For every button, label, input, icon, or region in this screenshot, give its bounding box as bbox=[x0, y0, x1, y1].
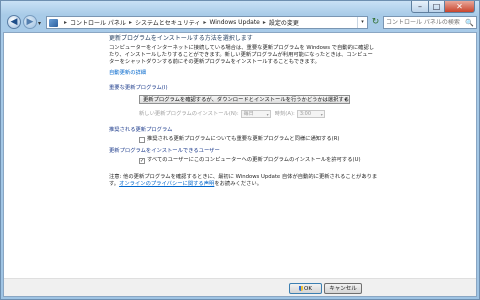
cancel-button[interactable]: キャンセル bbox=[324, 283, 362, 294]
control-panel-window: – □ ✕ ◀ ▶ ▾ ▸ コントロール パネル ▸ システムとセキュリティ ▸… bbox=[0, 0, 480, 300]
install-schedule-label: 新しい更新プログラムのインストール(N): bbox=[139, 110, 239, 117]
close-button[interactable]: ✕ bbox=[445, 1, 475, 13]
address-bar[interactable]: ▸ コントロール パネル ▸ システムとセキュリティ ▸ Windows Upd… bbox=[46, 16, 368, 29]
breadcrumb-separator-icon[interactable]: ▸ bbox=[263, 19, 266, 26]
note-suffix: をお読みください。 bbox=[214, 181, 263, 187]
breadcrumb-windows-update[interactable]: Windows Update bbox=[209, 19, 259, 26]
ok-button-label: OK bbox=[304, 286, 312, 292]
dialog-footer: OK キャンセル bbox=[4, 278, 476, 296]
ok-button[interactable]: OK bbox=[289, 283, 322, 294]
chevron-down-icon: ▾ bbox=[320, 112, 323, 117]
important-updates-header: 重要な更新プログラム(I) bbox=[109, 85, 168, 91]
maximize-button[interactable]: □ bbox=[429, 1, 445, 13]
navigation-bar: ◀ ▶ ▾ ▸ コントロール パネル ▸ システムとセキュリティ ▸ Windo… bbox=[3, 14, 477, 32]
recommended-updates-label[interactable]: 推奨される更新プログラムについても重要な更新プログラムと同様に通知する(R) bbox=[147, 136, 339, 143]
search-input[interactable] bbox=[386, 19, 466, 26]
allow-all-users-label[interactable]: すべてのユーザーにこのコンピューターへの更新プログラムのインストールを許可する(… bbox=[147, 157, 361, 164]
breadcrumb-change-settings[interactable]: 設定の変更 bbox=[269, 18, 299, 27]
address-dropdown-button[interactable]: ▾ bbox=[357, 17, 367, 28]
search-icon[interactable]: 🔍 bbox=[465, 19, 474, 27]
intro-text: コンピューターをインターネットに接続している場合は、重要な更新プログラムを Wi… bbox=[109, 45, 375, 65]
breadcrumb-separator-icon[interactable]: ▸ bbox=[203, 19, 206, 26]
important-updates-select[interactable]: 更新プログラムを確認するが、ダウンロードとインストールを行うかどうかは選択する … bbox=[139, 95, 350, 104]
search-box[interactable]: 🔍 bbox=[383, 16, 477, 29]
back-button[interactable]: ◀ bbox=[7, 15, 21, 29]
recommended-updates-header: 推奨される更新プログラム bbox=[109, 127, 173, 133]
breadcrumb-system-security[interactable]: システムとセキュリティ bbox=[135, 18, 200, 27]
recent-pages-dropdown[interactable]: ▾ bbox=[38, 20, 41, 27]
control-panel-icon bbox=[49, 18, 58, 27]
who-can-install-header: 更新プログラムをインストールできるユーザー bbox=[109, 148, 220, 154]
schedule-time-value: 3:00 bbox=[299, 111, 312, 117]
chevron-down-icon: ▾ bbox=[266, 112, 269, 117]
recommended-updates-checkbox[interactable] bbox=[139, 136, 145, 143]
auto-update-help-link[interactable]: 自動更新の詳細 bbox=[109, 70, 146, 77]
page-title: 更新プログラムをインストールする方法を選択します bbox=[109, 35, 253, 42]
note-text: 注意: 他の更新プログラムを確認するときに、最初に Windows Update… bbox=[109, 174, 384, 188]
uac-shield-icon bbox=[299, 286, 304, 291]
chevron-down-icon: ▾ bbox=[344, 97, 347, 103]
schedule-day-value: 毎日 bbox=[243, 111, 254, 117]
schedule-time-select: 3:00 ▾ bbox=[296, 110, 325, 118]
breadcrumb-separator-icon[interactable]: ▸ bbox=[64, 19, 67, 26]
allow-all-users-row: ✓ すべてのユーザーにこのコンピューターへの更新プログラムのインストールを許可す… bbox=[139, 157, 361, 164]
schedule-day-select: 毎日 ▾ bbox=[240, 110, 271, 118]
important-updates-value: 更新プログラムを確認するが、ダウンロードとインストールを行うかどうかは選択する bbox=[143, 97, 349, 103]
minimize-button[interactable]: – bbox=[411, 1, 429, 13]
content-pane: 更新プログラムをインストールする方法を選択します コンピューターをインターネット… bbox=[3, 32, 477, 297]
forward-button[interactable]: ▶ bbox=[23, 15, 37, 29]
install-schedule-row: 新しい更新プログラムのインストール(N): 毎日 ▾ 時刻(A): 3:00 ▾ bbox=[139, 110, 329, 118]
window-controls: – □ ✕ bbox=[411, 1, 475, 13]
breadcrumb-separator-icon[interactable]: ▸ bbox=[129, 19, 132, 26]
schedule-time-label: 時刻(A): bbox=[274, 110, 295, 117]
recommended-updates-row: 推奨される更新プログラムについても重要な更新プログラムと同様に通知する(R) bbox=[139, 136, 339, 143]
breadcrumb-control-panel[interactable]: コントロール パネル bbox=[70, 18, 126, 27]
refresh-icon[interactable]: ↻ bbox=[370, 17, 381, 28]
privacy-statement-link[interactable]: オンラインのプライバシーに関する声明 bbox=[119, 181, 214, 187]
allow-all-users-checkbox[interactable]: ✓ bbox=[139, 157, 145, 164]
